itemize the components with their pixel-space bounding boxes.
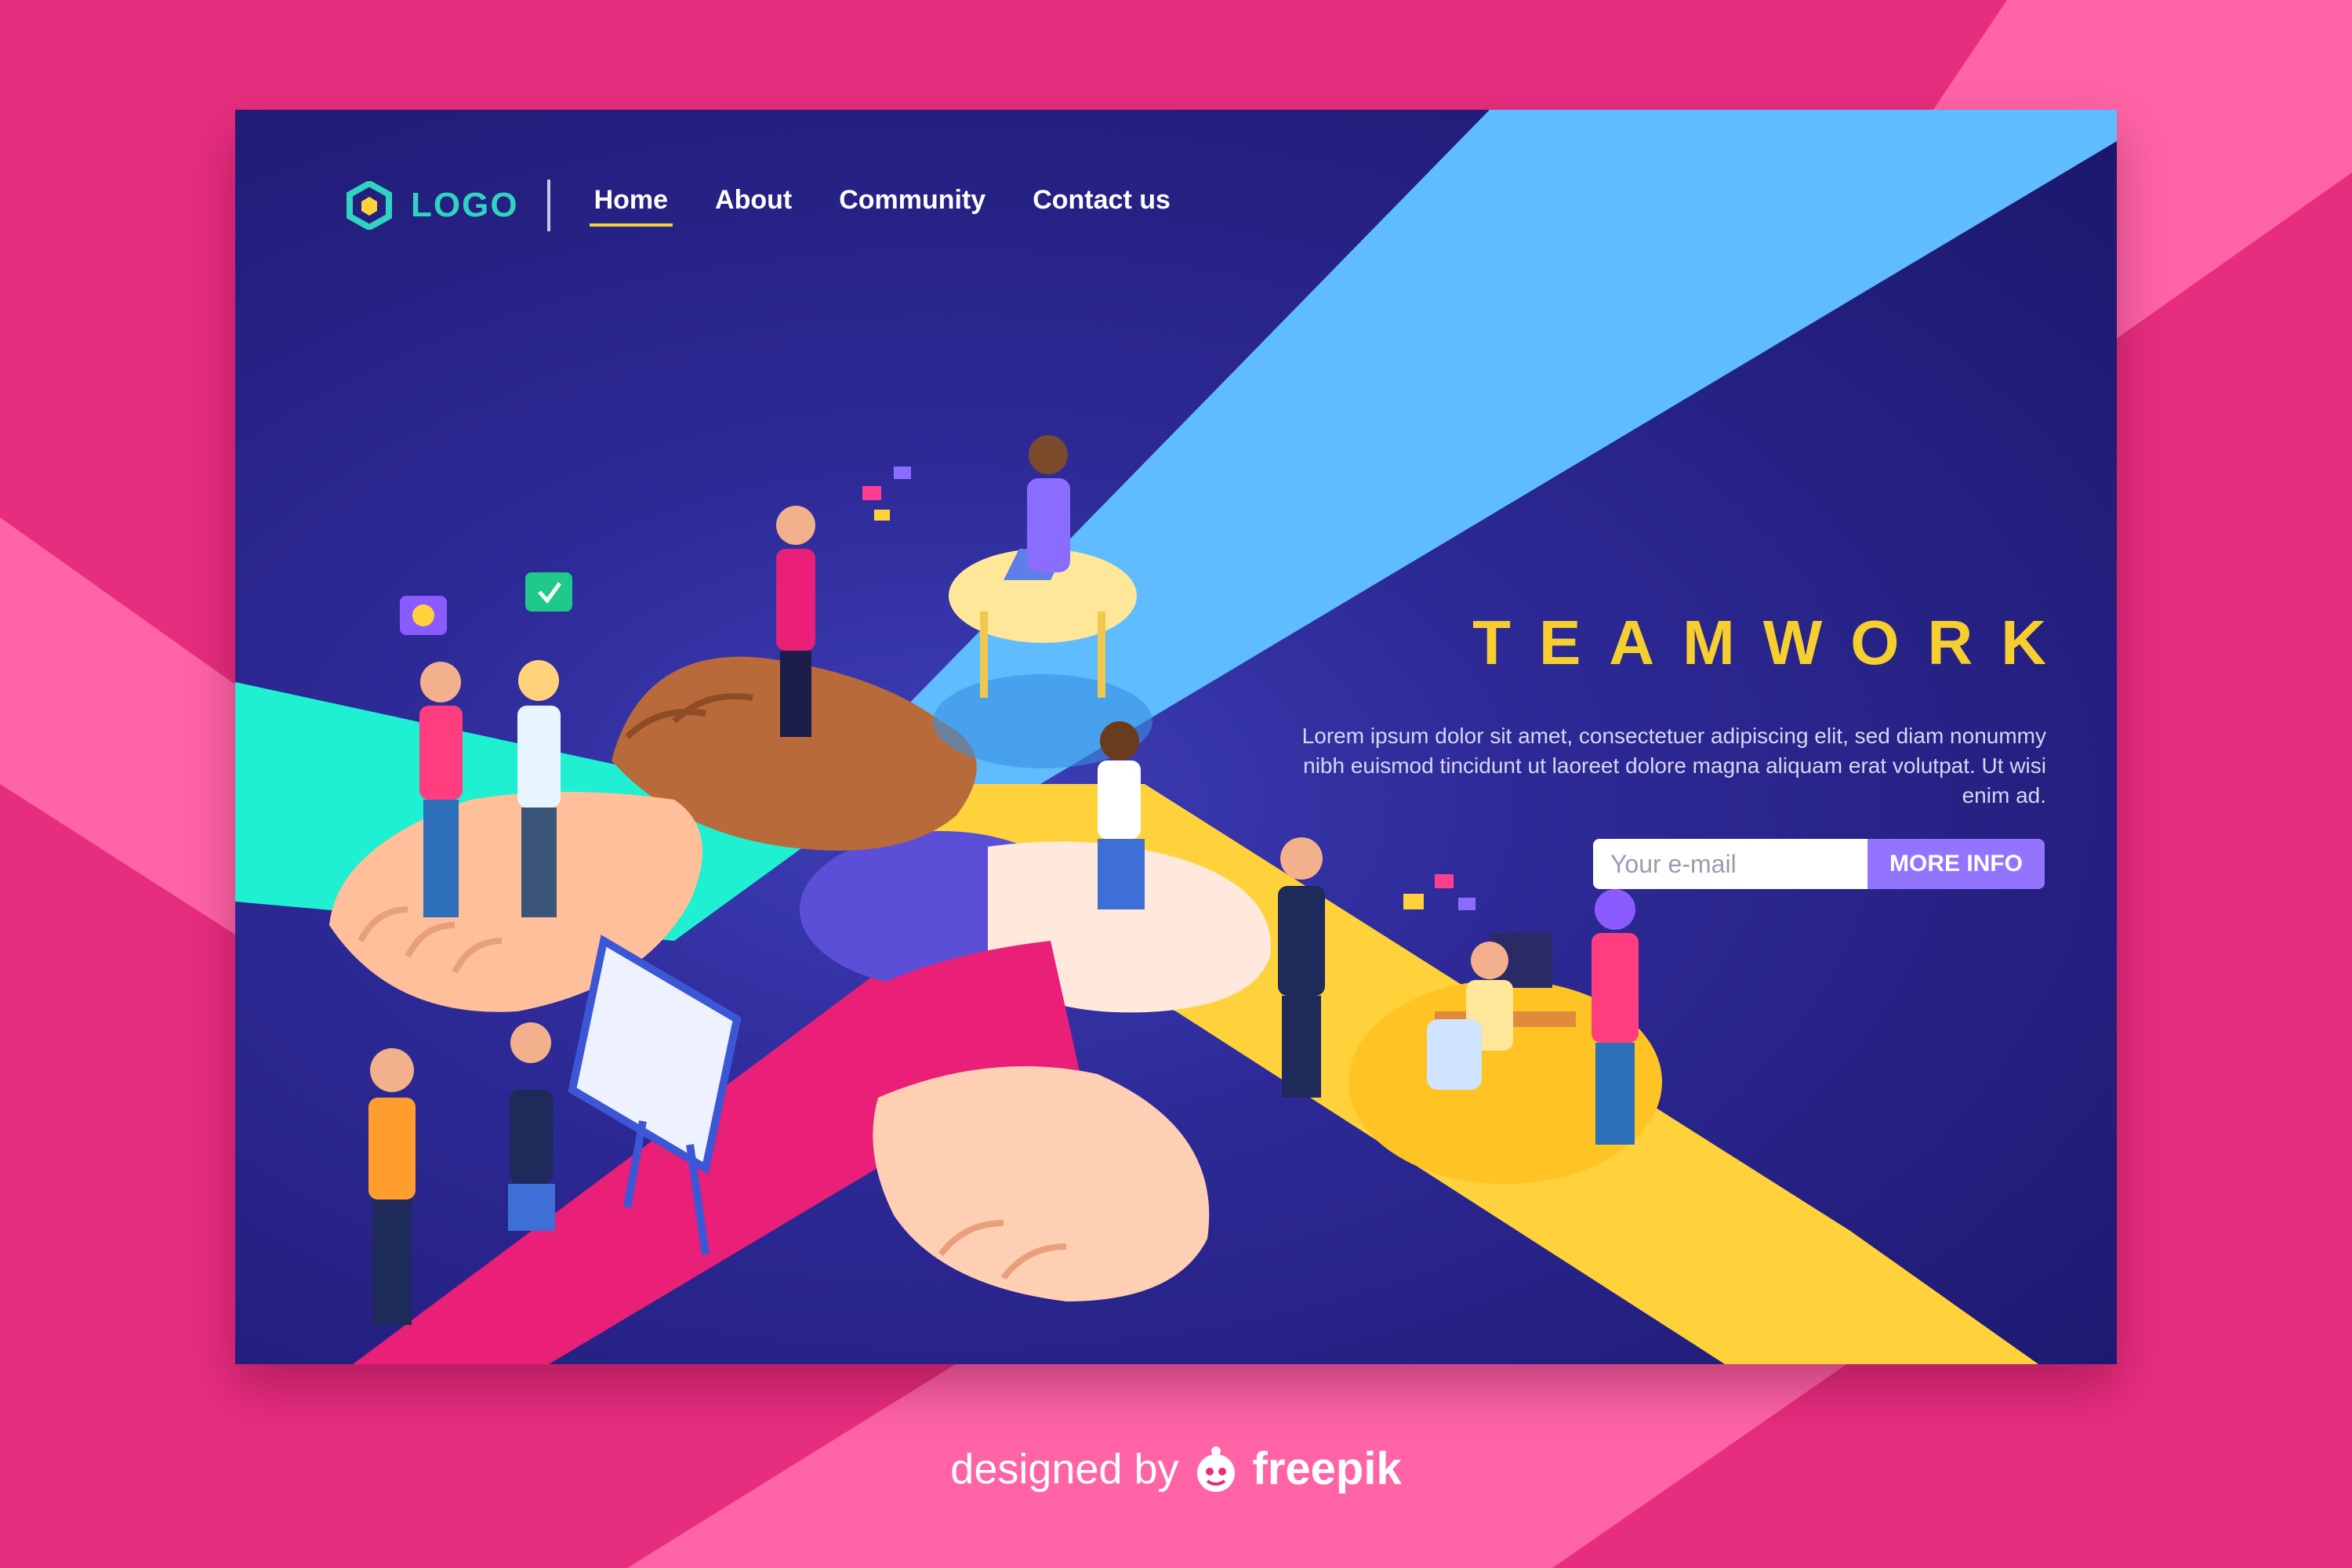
person-body <box>419 706 463 800</box>
person-head <box>1471 942 1508 979</box>
check-bubble-icon <box>525 572 572 612</box>
person-head <box>1280 837 1323 880</box>
floating-card <box>894 466 911 479</box>
freepik-mascot-icon <box>1196 1446 1235 1492</box>
presentation-board <box>568 935 742 1174</box>
footer-credit: designed by freepik <box>0 1443 2352 1495</box>
person-head <box>518 660 559 701</box>
floating-card <box>874 510 890 521</box>
person-head <box>776 506 815 545</box>
hero-title: TEAMWORK <box>1472 608 2074 677</box>
person-skirt <box>508 1184 555 1231</box>
logo[interactable]: LOGO <box>345 181 519 230</box>
nav-link-home[interactable]: Home <box>589 185 673 227</box>
logo-text: LOGO <box>411 186 519 224</box>
person-legs <box>1282 996 1321 1098</box>
person-head <box>420 662 461 702</box>
person-legs <box>1595 1043 1635 1145</box>
person-legs <box>372 1200 412 1325</box>
person-body <box>1098 760 1141 839</box>
person-legs <box>780 651 811 737</box>
floating-card <box>1458 898 1475 910</box>
hero-section: TEAMWORK Lorem ipsum dolor sit amet, con… <box>1262 612 2046 811</box>
person-head <box>1595 889 1635 930</box>
top-nav: LOGO Home About Community Contact us <box>345 166 1171 245</box>
hexagon-logo-icon <box>347 181 392 230</box>
person-body <box>1278 886 1325 996</box>
landing-card: LOGO Home About Community Contact us TEA… <box>235 110 2117 1364</box>
floating-card <box>1403 894 1424 909</box>
desk-leg <box>980 612 988 698</box>
hero-description: Lorem ipsum dolor sit amet, consectetuer… <box>1301 724 2046 808</box>
smiley-bubble-icon <box>400 596 447 635</box>
credit-text: designed by <box>950 1445 1179 1493</box>
person-body <box>1592 933 1639 1043</box>
nav-divider <box>546 180 550 231</box>
person-body <box>510 1090 553 1184</box>
email-input[interactable] <box>1593 839 1867 889</box>
more-info-button[interactable]: MORE INFO <box>1867 839 2045 889</box>
peach-hand-bottom <box>873 1066 1210 1301</box>
freepik-brand: freepik <box>1252 1443 1402 1494</box>
person-legs <box>423 800 459 917</box>
person-head <box>370 1048 414 1092</box>
subscribe-form: MORE INFO <box>1593 839 2045 889</box>
person-legs <box>521 808 557 917</box>
person-head <box>1100 721 1139 760</box>
person-body <box>776 549 815 651</box>
floating-card <box>862 486 881 500</box>
floating-card <box>1435 874 1454 888</box>
nav-link-contact[interactable]: Contact us <box>1033 185 1171 227</box>
person-skirt <box>1098 839 1145 909</box>
nav-link-about[interactable]: About <box>715 185 792 227</box>
person-body <box>517 706 561 808</box>
nav-link-community[interactable]: Community <box>839 185 985 227</box>
desk-leg <box>1098 612 1105 698</box>
person-head <box>1029 435 1068 474</box>
person-head <box>510 1022 551 1063</box>
person-body <box>368 1098 416 1200</box>
nav-links: Home About Community Contact us <box>589 185 1171 227</box>
chair <box>1427 1019 1482 1090</box>
person-body <box>1027 478 1070 572</box>
